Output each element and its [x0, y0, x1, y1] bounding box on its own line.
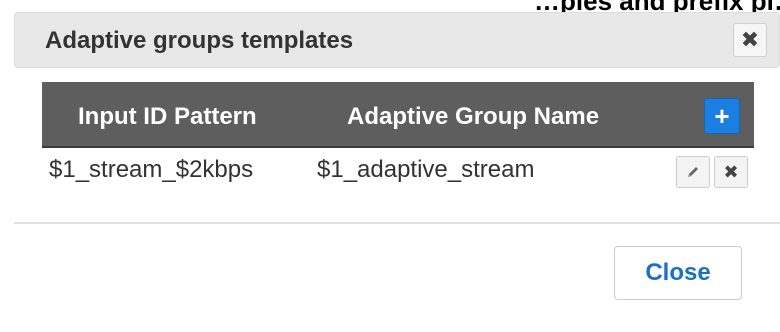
footer-divider: [14, 222, 780, 224]
column-header-input-id-pattern: Input ID Pattern: [78, 103, 257, 130]
adaptive-group-name-cell: $1_adaptive_stream: [317, 156, 535, 183]
add-template-button[interactable]: +: [704, 98, 740, 134]
close-button[interactable]: Close: [614, 246, 742, 300]
dialog-close-icon[interactable]: ✖: [733, 23, 767, 57]
templates-table: Input ID Pattern Adaptive Group Name + $…: [42, 82, 754, 194]
column-header-adaptive-group-name: Adaptive Group Name: [347, 103, 600, 130]
edit-row-button[interactable]: [676, 156, 710, 188]
dialog-header: Adaptive groups templates ✖: [14, 12, 780, 68]
table-row: $1_stream_$2kbps $1_adaptive_stream ✖: [42, 148, 754, 194]
pencil-icon: [688, 167, 698, 177]
input-id-pattern-cell: $1_stream_$2kbps: [49, 156, 254, 183]
table-header: Input ID Pattern Adaptive Group Name +: [42, 82, 754, 148]
dialog-title: Adaptive groups templates: [45, 27, 354, 54]
adaptive-groups-dialog: Adaptive groups templates ✖ Input ID Pat…: [14, 12, 780, 332]
delete-row-button[interactable]: ✖: [714, 156, 748, 188]
